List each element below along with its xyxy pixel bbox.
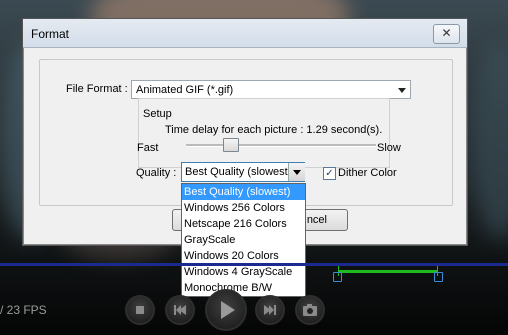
fast-label: Fast [137, 142, 159, 154]
file-format-label: File Format : [66, 83, 128, 95]
stop-icon [136, 306, 144, 314]
video-background [470, 40, 508, 240]
previous-button[interactable] [165, 295, 195, 325]
slow-label: Slow [377, 142, 401, 154]
skip-back-icon [174, 305, 186, 315]
quality-option[interactable]: Windows 20 Colors [182, 248, 305, 264]
quality-dropdown-list: Best Quality (slowest) Windows 256 Color… [181, 183, 306, 297]
range-start-marker[interactable] [333, 272, 342, 282]
snapshot-button[interactable] [295, 295, 325, 325]
range-end-marker[interactable] [434, 272, 443, 282]
close-icon: ✕ [441, 26, 452, 40]
quality-option[interactable]: Windows 4 GrayScale [182, 264, 305, 280]
quality-select[interactable]: Best Quality (slowest) [181, 162, 305, 182]
skip-forward-icon [264, 305, 276, 315]
timeline-bar[interactable] [0, 263, 508, 266]
dialog-title: Format [31, 27, 70, 41]
delay-text: Time delay for each picture : 1.29 secon… [165, 124, 383, 136]
speed-slider-thumb[interactable] [223, 138, 239, 152]
quality-dropdown-button[interactable] [288, 163, 305, 181]
chevron-down-icon [398, 88, 406, 93]
file-format-value: Animated GIF (*.gif) [136, 84, 234, 96]
quality-option[interactable]: Windows 256 Colors [182, 200, 305, 216]
play-icon [221, 301, 235, 319]
title-bar[interactable]: Format ✕ [23, 19, 467, 48]
quality-value: Best Quality (slowest) [185, 166, 292, 178]
setup-title: Setup [141, 108, 174, 120]
cancel-button-label: ncel [306, 214, 327, 226]
dither-label: Dither Color [338, 167, 397, 179]
dither-checkbox[interactable]: ✓ [323, 167, 336, 180]
quality-option[interactable]: Netscape 216 Colors [182, 216, 305, 232]
quality-option[interactable]: Best Quality (slowest) [182, 184, 305, 200]
quality-label: Quality : [136, 167, 177, 179]
stop-button[interactable] [125, 295, 155, 325]
quality-option[interactable]: GrayScale [182, 232, 305, 248]
speed-slider-track[interactable] [186, 144, 376, 147]
close-button[interactable]: ✕ [433, 24, 460, 44]
play-button[interactable] [205, 289, 247, 331]
file-format-select[interactable]: Animated GIF (*.gif) [131, 80, 411, 99]
selection-range[interactable] [338, 270, 438, 273]
fps-readout: / 23 FPS [0, 303, 47, 317]
next-button[interactable] [255, 295, 285, 325]
camera-icon [303, 304, 317, 316]
